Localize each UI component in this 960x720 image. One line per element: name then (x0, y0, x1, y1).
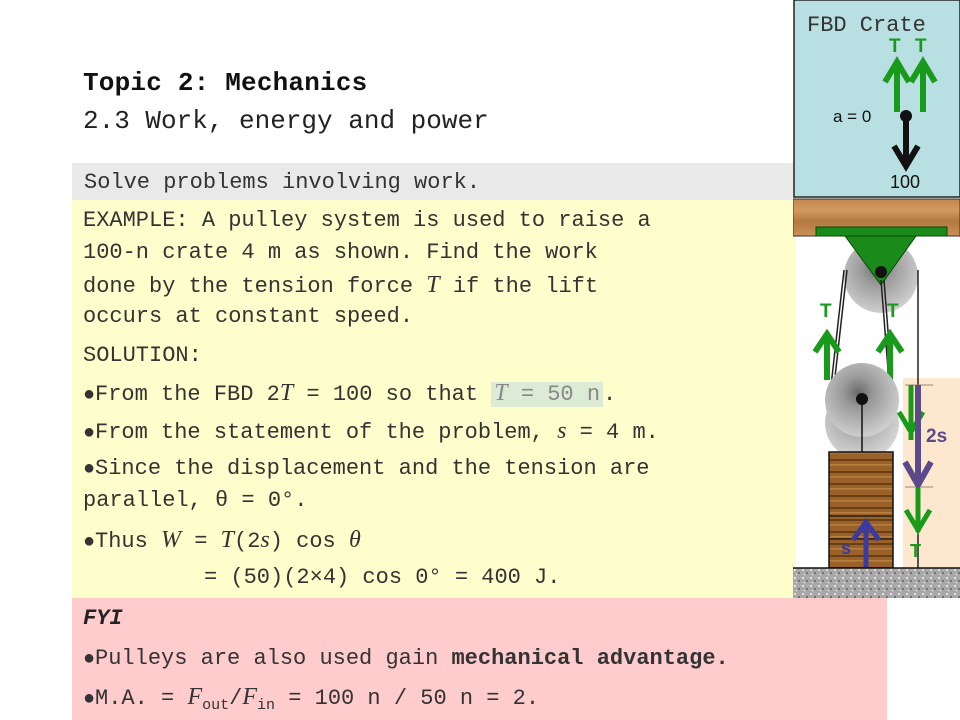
fbd-weight-label: 100 (890, 172, 920, 192)
fbd-tension-label-2: T (915, 36, 927, 57)
subscript-in: in (257, 697, 276, 714)
text: Pulleys are also used gain (95, 646, 452, 671)
var-T: T (279, 380, 294, 406)
objective-text: Solve problems involving work. (84, 170, 481, 195)
pulley-mount (815, 226, 948, 237)
rope-tension-label-1: T (820, 301, 832, 322)
text: From the statement of the problem, (95, 420, 558, 445)
bullet-icon: ● (83, 648, 96, 671)
bullet-icon: ● (83, 458, 96, 481)
example-line-3-text: done by the tension force (83, 274, 427, 299)
text: = (181, 529, 221, 554)
text: = 4 m. (566, 420, 659, 445)
var-s: s (260, 527, 270, 553)
var-F: F (242, 684, 257, 710)
var-T: T (494, 380, 508, 406)
section-subtitle: 2.3 Work, energy and power (83, 106, 489, 136)
fyi-bullet-1: ●Pulleys are also used gain mechanical a… (83, 646, 729, 671)
fixed-pulley-axle (875, 266, 887, 278)
text: From the FBD 2 (95, 382, 280, 407)
ground (793, 568, 960, 598)
text: (2 (234, 529, 261, 554)
bullet-icon: ● (83, 422, 96, 445)
solution-bullet-4: ●Thus W = T(2s) cos θ (83, 527, 361, 554)
var-theta: θ (348, 527, 361, 553)
var-T: T (220, 527, 234, 553)
solution-label: SOLUTION: (83, 343, 202, 368)
rope-tension-label-2: T (887, 301, 899, 322)
example-line-3: done by the tension force T if the lift (83, 272, 598, 299)
fbd-title: FBD Crate (807, 13, 926, 38)
fbd-tension-label-1: T (889, 36, 901, 57)
crate-displacement-label: s (841, 538, 851, 558)
solution-bullet-3: ●Since the displacement and the tension … (83, 456, 650, 481)
crate (828, 451, 894, 569)
rope-displacement-label: 2s (926, 426, 947, 447)
pulley-diagram: FBD Crate T T a = 0 100 T T s 2s T (793, 0, 960, 598)
bullet-icon: ● (83, 531, 96, 554)
example-line-4: occurs at constant speed. (83, 304, 414, 329)
subscript-out: out (202, 697, 230, 714)
text: = 100 so that (293, 382, 492, 407)
objective-banner: Solve problems involving work. (72, 163, 796, 200)
text: ) cos (269, 529, 349, 554)
example-line-1: EXAMPLE: A pulley system is used to rais… (83, 208, 651, 233)
fyi-bullet-2: ●M.A. = Fout/Fin = 100 n / 50 n = 2. (83, 684, 539, 714)
solution-bullet-2: ●From the statement of the problem, s = … (83, 418, 659, 445)
example-line-2: 100-n crate 4 m as shown. Find the work (83, 240, 598, 265)
solution-bullet-1: ●From the FBD 2T = 100 so that T = 50 n. (83, 380, 616, 407)
var-F: F (187, 684, 203, 710)
example-panel: EXAMPLE: A pulley system is used to rais… (72, 200, 796, 598)
topic-title: Topic 2: Mechanics (83, 68, 368, 98)
fbd-accel-label: a = 0 (833, 107, 871, 126)
example-line-3-tail: if the lift (439, 274, 599, 299)
work-result: = (50)(2×4) cos 0° = 400 J. (204, 565, 561, 590)
var-T: T (426, 272, 440, 298)
rope-tension-label-4: T (910, 541, 921, 561)
bullet-icon: ● (83, 384, 96, 407)
fyi-panel: FYI ●Pulleys are also used gain mechanic… (72, 598, 887, 720)
text: . (603, 382, 617, 407)
text: = 100 n / 50 n = 2. (275, 686, 540, 711)
bullet-icon: ● (83, 688, 96, 711)
text: Thus (95, 529, 162, 554)
text: Since the displacement and the tension a… (95, 456, 650, 481)
mechanical-advantage-term: mechanical advantage. (451, 646, 729, 671)
fyi-heading: FYI (83, 606, 123, 631)
text: / (229, 686, 243, 711)
highlight-result: T = 50 n (491, 380, 604, 407)
text: M.A. = (95, 686, 188, 711)
text: = 50 n (507, 382, 601, 407)
solution-bullet-3-cont: parallel, θ = 0°. (83, 488, 308, 513)
var-W: W (161, 527, 182, 553)
